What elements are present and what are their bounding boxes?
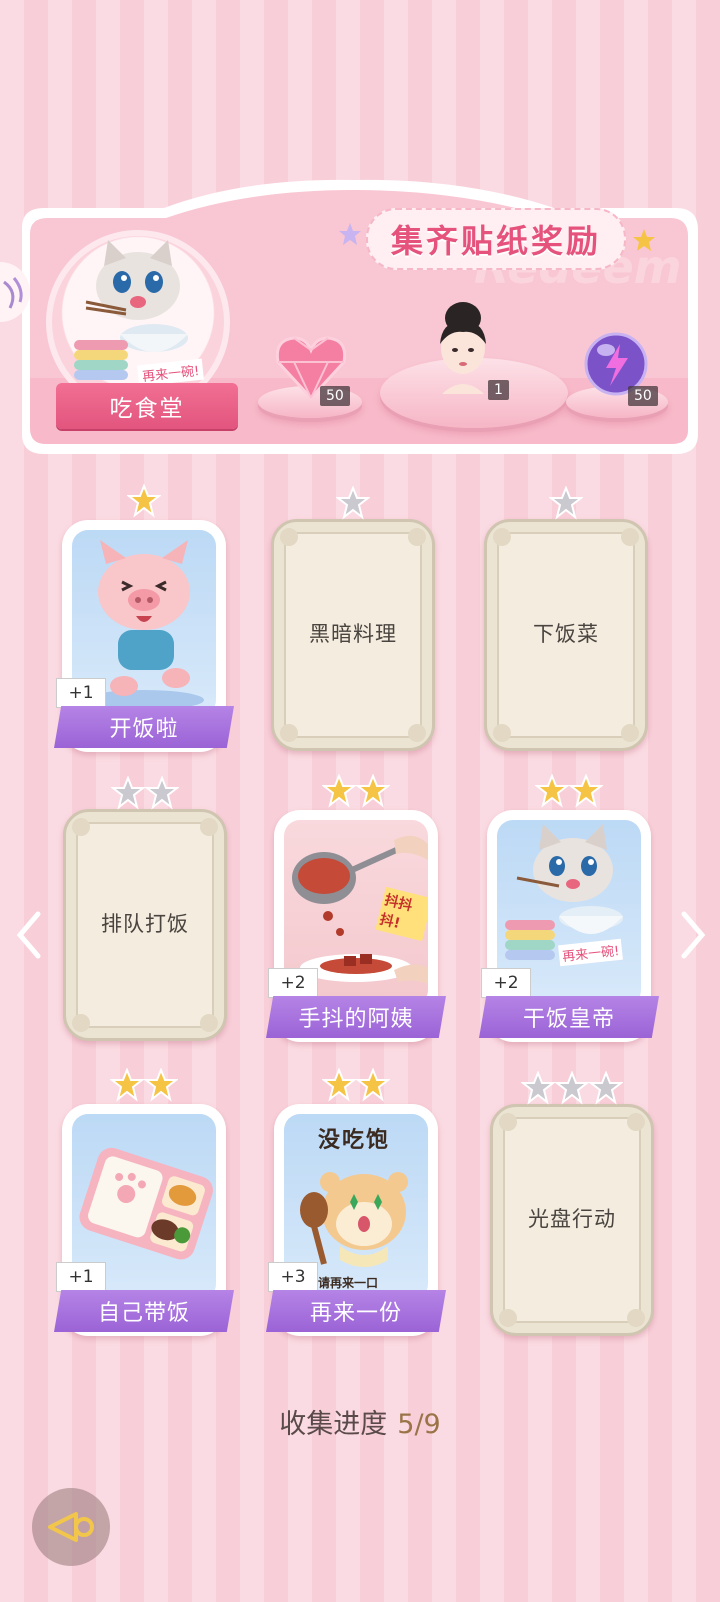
sticker-card-locked[interactable]: 排队打饭 <box>63 776 227 1041</box>
sticker-card-locked[interactable]: 黑暗料理 <box>271 486 435 751</box>
frame-corner <box>280 724 298 742</box>
art-caption-top: 没吃饱 <box>318 1128 391 1153</box>
gold-star-icon <box>356 774 390 808</box>
back-button[interactable] <box>32 1488 110 1566</box>
bonus-badge: +1 <box>56 678 106 708</box>
card-stars <box>493 1071 651 1105</box>
frame-corner <box>493 724 511 742</box>
gold-star-icon <box>322 774 356 808</box>
sticker-card-locked[interactable]: 下饭菜 <box>484 486 648 751</box>
frame-corner <box>493 528 511 546</box>
card-name: 排队打饭 <box>101 912 189 936</box>
progress-label: 收集进度 <box>279 1409 388 1440</box>
silver-star-icon <box>111 776 145 810</box>
reward-title: 集齐贴纸奖励 <box>366 208 626 270</box>
sticker-card-daifan[interactable]: +1 自己带饭 <box>54 1068 234 1336</box>
card-name: 开饭啦 <box>54 706 234 748</box>
frame-corner <box>72 1014 90 1032</box>
progress-value: 5/9 <box>397 1409 441 1440</box>
back-arrow-icon <box>48 1512 94 1542</box>
card-name: 干饭皇帝 <box>479 996 659 1038</box>
gold-star-icon <box>144 1068 178 1102</box>
gold-star-icon <box>535 774 569 808</box>
card-name: 手抖的阿姨 <box>266 996 446 1038</box>
gold-star-icon <box>110 1068 144 1102</box>
card-name: 下饭菜 <box>533 622 599 646</box>
frame-corner <box>200 818 218 836</box>
reward-count: 50 <box>320 386 350 406</box>
sticker-card-locked[interactable]: 光盘行动 <box>490 1071 654 1336</box>
next-page-arrow-icon[interactable] <box>678 910 708 960</box>
sticker-card-zailai[interactable]: 没吃饱 请再来一口 +3 再来一份 <box>266 1068 446 1336</box>
collection-progress: 收集进度 5/9 <box>0 1402 720 1441</box>
sticker-card-shoudou[interactable]: 抖抖抖! +2 手抖的阿姨 <box>266 774 446 1042</box>
silver-star-icon <box>549 486 583 520</box>
frame-corner <box>72 818 90 836</box>
frame-corner <box>408 724 426 742</box>
card-name: 光盘行动 <box>528 1207 616 1231</box>
medal-label: 吃食堂 <box>56 383 238 429</box>
previous-page-arrow-icon[interactable] <box>14 910 44 960</box>
card-stars <box>487 486 645 520</box>
lavender-star-icon <box>339 223 361 245</box>
gold-star-icon <box>633 229 655 251</box>
frame-corner <box>499 1113 517 1131</box>
gold-star-icon <box>569 774 603 808</box>
reward-count: 50 <box>628 386 658 406</box>
silver-star-icon <box>145 776 179 810</box>
card-stars <box>66 776 224 810</box>
silver-star-icon <box>589 1071 623 1105</box>
frame-corner <box>621 724 639 742</box>
bonus-badge: +2 <box>268 968 318 998</box>
reward-count: 1 <box>488 380 509 400</box>
card-name: 自己带饭 <box>54 1290 234 1332</box>
frame-corner <box>627 1113 645 1131</box>
sticker-card-kaifanla[interactable]: +1 开饭啦 <box>54 484 234 752</box>
card-name: 黑暗料理 <box>309 622 397 646</box>
bonus-badge: +2 <box>481 968 531 998</box>
card-stars <box>62 1068 226 1102</box>
card-name: 再来一份 <box>266 1290 446 1332</box>
bonus-badge: +3 <box>268 1262 318 1292</box>
frame-corner <box>408 528 426 546</box>
silver-star-icon <box>555 1071 589 1105</box>
gold-star-icon <box>356 1068 390 1102</box>
card-stars <box>274 486 432 520</box>
art-caption-bottom: 请再来一口 <box>318 1276 379 1290</box>
card-stars <box>274 1068 438 1102</box>
frame-corner <box>621 528 639 546</box>
frame-corner <box>627 1309 645 1327</box>
sticker-card-ganfan[interactable]: 再来一碗! +2 干饭皇帝 <box>479 774 659 1042</box>
frame-corner <box>280 528 298 546</box>
silver-star-icon <box>521 1071 555 1105</box>
gold-star-icon <box>322 1068 356 1102</box>
side-feather-icon <box>0 262 30 322</box>
card-stars <box>274 774 438 808</box>
gold-star-icon <box>127 484 161 518</box>
card-stars <box>487 774 651 808</box>
bonus-badge: +1 <box>56 1262 106 1292</box>
frame-corner <box>200 1014 218 1032</box>
frame-corner <box>499 1309 517 1327</box>
card-stars <box>62 484 226 518</box>
silver-star-icon <box>336 486 370 520</box>
